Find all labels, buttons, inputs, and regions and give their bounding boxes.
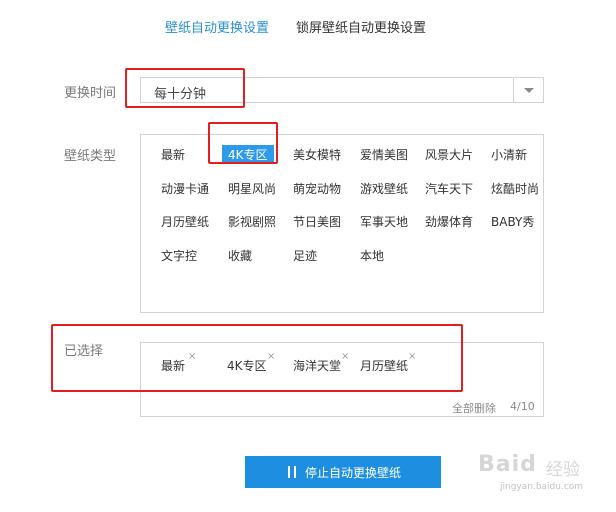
type-item-love[interactable]: 爱情美图 [360,146,408,163]
baidu-jingyan-watermark: Baid 经验 jingyan.baidu.com [478,452,610,498]
stop-auto-change-label: 停止自动更换壁纸 [305,466,402,480]
type-item-celebrity[interactable]: 明星风尚 [228,180,276,197]
type-item-games[interactable]: 游戏壁纸 [360,180,408,197]
type-item-history[interactable]: 足迹 [293,247,317,264]
close-icon[interactable]: × [188,351,196,362]
selected-chip: 海洋天堂 × [293,351,349,374]
selection-count: 4/10 [510,400,535,413]
watermark-brand: Baid [478,452,537,477]
selected-chip-label: 最新 [161,359,186,373]
type-item-scenery[interactable]: 风景大片 [425,146,473,163]
type-item-models[interactable]: 美女模特 [293,146,341,163]
type-item-favorites[interactable]: 收藏 [228,247,252,264]
type-item-calendar[interactable]: 月历壁纸 [161,213,209,230]
type-item-text[interactable]: 文字控 [161,247,197,264]
close-icon[interactable]: × [408,351,416,362]
selected-panel: 最新 × 4K专区 × 海洋天堂 × 月历壁纸 × 全部删除 4/10 [140,342,544,417]
type-item-latest[interactable]: 最新 [161,146,185,163]
close-icon[interactable]: × [341,351,349,362]
chevron-down-icon[interactable] [513,78,543,102]
type-item-military[interactable]: 军事天地 [360,213,408,230]
type-item-festival[interactable]: 节日美图 [293,213,341,230]
type-item-anime[interactable]: 动漫卡通 [161,180,209,197]
interval-select-value: 每十分钟 [154,87,207,102]
selected-chip: 4K专区 × [227,351,275,374]
selected-chip: 月历壁纸 × [360,351,416,374]
tab-bar: 壁纸自动更换设置 锁屏壁纸自动更换设置 [0,17,616,37]
watermark-cn: 经验 [546,460,580,480]
selected-chip-label: 月历壁纸 [360,359,409,373]
type-item-4k[interactable]: 4K专区 [222,145,274,164]
type-item-movies[interactable]: 影视剧照 [228,213,276,230]
type-item-local[interactable]: 本地 [360,247,384,264]
type-item-baby[interactable]: BABY秀 [491,213,534,230]
watermark-url: jingyan.baidu.com [500,482,584,492]
stop-auto-change-button[interactable]: 停止自动更换壁纸 [245,456,441,488]
selected-label: 已选择 [64,344,104,359]
interval-label: 更换时间 [64,86,117,101]
interval-select[interactable]: 每十分钟 [140,77,544,103]
selected-chip: 最新 × [161,351,196,374]
type-item-fresh[interactable]: 小清新 [491,146,527,163]
selected-chip-label: 海洋天堂 [293,359,342,373]
tab-wallpaper-auto-change[interactable]: 壁纸自动更换设置 [165,17,269,36]
clear-all-link[interactable]: 全部删除 [452,400,496,416]
tab-lockscreen-auto-change[interactable]: 锁屏壁纸自动更换设置 [296,17,426,36]
selected-chip-label: 4K专区 [227,359,267,373]
wallpaper-type-panel: 最新 4K专区 美女模特 爱情美图 风景大片 小清新 动漫卡通 明星风尚 萌宠动… [140,134,544,313]
wallpaper-type-label: 壁纸类型 [64,149,117,164]
type-item-cool[interactable]: 炫酷时尚 [491,180,539,197]
type-item-pets[interactable]: 萌宠动物 [293,180,341,197]
type-item-sports[interactable]: 劲爆体育 [425,213,473,230]
close-icon[interactable]: × [267,351,275,362]
type-item-cars[interactable]: 汽车天下 [425,180,473,197]
pause-icon [288,466,296,478]
